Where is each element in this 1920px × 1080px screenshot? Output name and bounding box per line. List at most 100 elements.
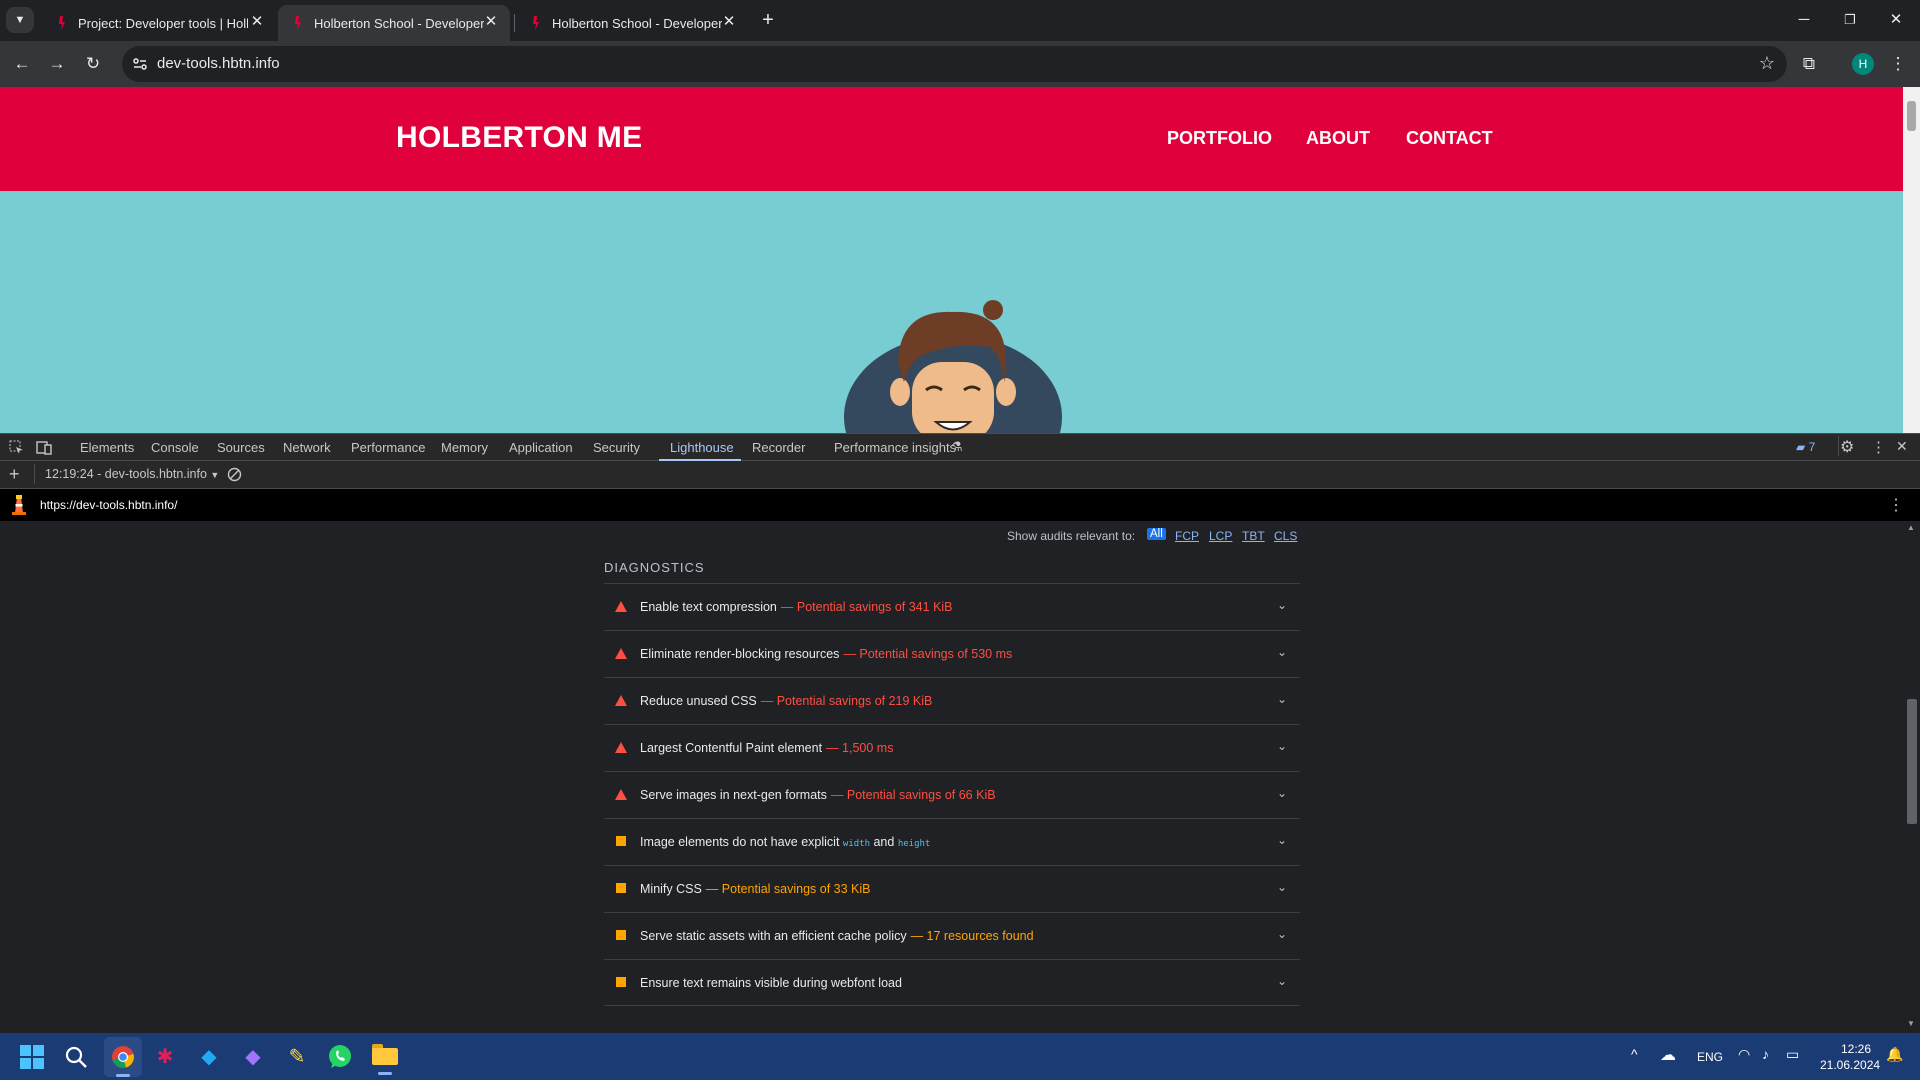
devtools-tab-console[interactable]: Console bbox=[151, 440, 199, 455]
devtools-tab-network[interactable]: Network bbox=[283, 440, 331, 455]
close-tab-icon[interactable]: ✕ bbox=[482, 13, 500, 31]
filter-fcp[interactable]: FCP bbox=[1175, 529, 1199, 543]
language-indicator[interactable]: ENG bbox=[1697, 1050, 1723, 1064]
notification-bell-icon[interactable]: 🔔 bbox=[1886, 1046, 1903, 1063]
restore-button[interactable]: ❐ bbox=[1827, 6, 1873, 34]
volume-icon[interactable]: ♪ bbox=[1762, 1046, 1769, 1062]
site-title[interactable]: HOLBERTON ME bbox=[396, 121, 642, 155]
page-scrollbar-thumb[interactable] bbox=[1907, 101, 1916, 131]
clear-reports-icon[interactable] bbox=[227, 467, 242, 482]
extensions-puzzle-icon[interactable]: ⧉ bbox=[1796, 51, 1822, 77]
report-scrollbar[interactable]: ▲ ▼ bbox=[1903, 521, 1920, 1033]
audit-row[interactable]: Ensure text remains visible during webfo… bbox=[604, 959, 1300, 1006]
minimize-button[interactable]: ─ bbox=[1781, 6, 1827, 34]
chevron-down-icon[interactable]: ⌄ bbox=[1274, 738, 1290, 754]
chevron-down-icon[interactable]: ⌄ bbox=[1274, 691, 1290, 707]
audit-row[interactable]: Reduce unused CSS — Potential savings of … bbox=[604, 677, 1300, 724]
nav-link-portfolio[interactable]: PORTFOLIO bbox=[1167, 128, 1272, 149]
scroll-up-arrow-icon[interactable]: ▲ bbox=[1907, 523, 1915, 532]
back-arrow-icon[interactable]: ← bbox=[9, 51, 35, 77]
chevron-down-icon[interactable]: ⌄ bbox=[1274, 597, 1290, 613]
audit-row[interactable]: Eliminate render-blocking resources — Pot… bbox=[604, 630, 1300, 677]
lighthouse-toolbar: + 12:19:24 - dev-tools.hbtn.info ▼ bbox=[0, 461, 1920, 489]
report-select-dropdown[interactable]: 12:19:24 - dev-tools.hbtn.info ▼ bbox=[45, 467, 219, 481]
settings-gear-icon[interactable]: ⚙ bbox=[1840, 437, 1854, 457]
audit-savings: — Potential savings of 66 KiB bbox=[830, 788, 996, 802]
devtools-tab-application[interactable]: Application bbox=[509, 440, 573, 455]
whatsapp-icon[interactable] bbox=[327, 1044, 353, 1070]
device-toolbar-icon[interactable] bbox=[36, 440, 52, 455]
nav-link-contact[interactable]: CONTACT bbox=[1406, 128, 1493, 149]
devtools-tab-performance[interactable]: Performance bbox=[351, 440, 425, 455]
chevron-down-icon[interactable]: ⌄ bbox=[1274, 644, 1290, 660]
filter-all[interactable]: All bbox=[1147, 528, 1166, 540]
audit-row[interactable]: Enable text compression — Potential savin… bbox=[604, 583, 1300, 630]
average-square-icon bbox=[616, 930, 626, 940]
issues-counter[interactable]: ▰ 7 bbox=[1796, 440, 1815, 454]
more-menu-icon[interactable]: ⋮ bbox=[1885, 51, 1911, 77]
clock-time[interactable]: 12:26 bbox=[1841, 1042, 1871, 1056]
new-report-plus-icon[interactable]: + bbox=[9, 464, 20, 485]
new-tab-button[interactable]: + bbox=[756, 8, 780, 32]
clock-date[interactable]: 21.06.2024 bbox=[1820, 1058, 1880, 1072]
filter-tbt[interactable]: TBT bbox=[1242, 529, 1265, 543]
chevron-down-icon[interactable]: ⌄ bbox=[1274, 926, 1290, 942]
report-scrollbar-thumb[interactable] bbox=[1907, 699, 1917, 824]
wifi-icon[interactable]: ◠ bbox=[1738, 1046, 1750, 1063]
search-icon[interactable] bbox=[64, 1045, 88, 1069]
chevron-down-icon[interactable]: ⌄ bbox=[1274, 785, 1290, 801]
browser-tab-2[interactable]: Holberton School - Developer t ✕ bbox=[278, 5, 510, 41]
filter-cls[interactable]: CLS bbox=[1274, 529, 1297, 543]
inspect-element-icon[interactable] bbox=[9, 440, 24, 455]
close-tab-icon[interactable]: ✕ bbox=[720, 13, 738, 31]
devtools-tab-lighthouse[interactable]: Lighthouse bbox=[670, 440, 734, 455]
devtools-tab-memory[interactable]: Memory bbox=[441, 440, 488, 455]
battery-icon[interactable]: ▭ bbox=[1786, 1046, 1799, 1063]
devtools-tab-security[interactable]: Security bbox=[593, 440, 640, 455]
audit-savings: — Potential savings of 530 ms bbox=[843, 647, 1013, 661]
python-app-icon[interactable]: ✎ bbox=[281, 1041, 313, 1073]
onedrive-cloud-icon[interactable]: ☁ bbox=[1660, 1045, 1676, 1065]
nav-link-about[interactable]: ABOUT bbox=[1306, 128, 1370, 149]
visual-studio-icon[interactable]: ◆ bbox=[237, 1041, 269, 1073]
audit-row[interactable]: Largest Contentful Paint element — 1,500 … bbox=[604, 724, 1300, 771]
close-tab-icon[interactable]: ✕ bbox=[248, 13, 266, 31]
vscode-icon[interactable]: ◆ bbox=[193, 1041, 225, 1073]
browser-tab-1[interactable]: Project: Developer tools | Holbe ✕ bbox=[42, 5, 276, 41]
report-url[interactable]: https://dev-tools.hbtn.info/ bbox=[40, 498, 177, 512]
reload-icon[interactable]: ↻ bbox=[80, 51, 106, 77]
page-scrollbar[interactable] bbox=[1903, 87, 1920, 433]
audit-savings: — 17 resources found bbox=[910, 929, 1034, 943]
devtools-tab-performance-insights[interactable]: Performance insights bbox=[834, 440, 956, 455]
bookmark-star-icon[interactable]: ☆ bbox=[1759, 53, 1775, 74]
file-explorer-icon[interactable] bbox=[372, 1044, 398, 1075]
slack-icon[interactable]: ✱ bbox=[149, 1041, 181, 1073]
holberton-favicon-icon bbox=[59, 16, 65, 30]
scroll-down-arrow-icon[interactable]: ▼ bbox=[1907, 1019, 1915, 1028]
devtools-tab-sources[interactable]: Sources bbox=[217, 440, 265, 455]
audit-row[interactable]: Image elements do not have explicit widt… bbox=[604, 818, 1300, 865]
audit-row[interactable]: Minify CSS — Potential savings of 33 KiB … bbox=[604, 865, 1300, 912]
audit-row[interactable]: Serve images in next-gen formats — Potent… bbox=[604, 771, 1300, 818]
chevron-up-icon[interactable]: ^ bbox=[1631, 1046, 1638, 1062]
close-window-button[interactable]: ✕ bbox=[1873, 6, 1919, 34]
devtools-tab-elements[interactable]: Elements bbox=[80, 440, 134, 455]
profile-avatar[interactable]: H bbox=[1852, 53, 1874, 75]
windows-start-icon[interactable] bbox=[20, 1045, 44, 1069]
chevron-down-icon[interactable]: ⌄ bbox=[1274, 879, 1290, 895]
chrome-taskbar-button[interactable] bbox=[104, 1037, 142, 1077]
audit-title: Enable text compression bbox=[640, 600, 777, 614]
chevron-down-icon[interactable]: ⌄ bbox=[1274, 973, 1290, 989]
devtools-tab-recorder[interactable]: Recorder bbox=[752, 440, 805, 455]
chevron-down-icon[interactable]: ⌄ bbox=[1274, 832, 1290, 848]
filter-lcp[interactable]: LCP bbox=[1209, 529, 1232, 543]
site-settings-icon[interactable] bbox=[132, 56, 148, 72]
close-devtools-icon[interactable]: ✕ bbox=[1896, 438, 1908, 455]
browser-tab-3[interactable]: Holberton School - Developer t ✕ bbox=[516, 5, 748, 41]
forward-arrow-icon[interactable]: → bbox=[44, 51, 70, 77]
report-menu-icon[interactable]: ⋮ bbox=[1888, 495, 1904, 515]
audit-row[interactable]: Serve static assets with an efficient ca… bbox=[604, 912, 1300, 959]
tab-search-button[interactable]: ▼ bbox=[6, 7, 34, 33]
devtools-more-icon[interactable]: ⋮ bbox=[1871, 438, 1886, 456]
address-bar[interactable]: dev-tools.hbtn.info ☆ bbox=[122, 46, 1787, 82]
